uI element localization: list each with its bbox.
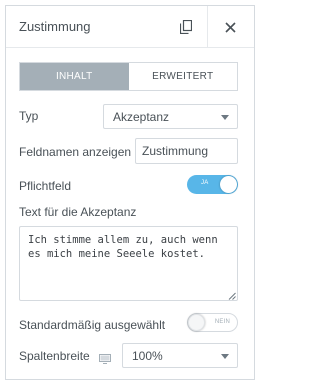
standard-toggle-text: NEIN <box>214 319 230 325</box>
typ-label: Typ <box>19 109 39 123</box>
pflichtfeld-toggle-text: JA <box>201 180 209 186</box>
feldnamen-label: Feldnamen anzeigen <box>19 145 132 159</box>
typ-select-value: Akzeptanz <box>113 109 170 124</box>
panel-title: Zustimmung <box>19 19 91 34</box>
tab-inhalt[interactable]: INHALT <box>20 63 129 90</box>
chevron-down-icon <box>221 354 229 359</box>
monitor-icon[interactable] <box>99 354 111 364</box>
spaltenbreite-select-value: 100% <box>132 348 163 363</box>
pflichtfeld-toggle[interactable]: JA <box>187 175 238 194</box>
tab-erweitert[interactable]: ERWEITERT <box>128 63 237 90</box>
copy-icon <box>180 20 192 34</box>
panel-header: Zustimmung <box>6 6 254 48</box>
akzeptanz-text-label: Text für die Akzeptanz <box>19 205 137 219</box>
akzeptanz-textarea[interactable] <box>19 226 238 301</box>
pflichtfeld-label: Pflichtfeld <box>19 179 72 193</box>
standard-label: Standardmäßig ausgewählt <box>19 318 166 332</box>
spaltenbreite-label: Spaltenbreite <box>19 349 90 363</box>
close-button[interactable] <box>208 6 252 48</box>
chevron-down-icon <box>221 115 229 120</box>
close-icon <box>224 21 236 33</box>
toggle-knob <box>220 176 237 193</box>
resize-handle-icon[interactable] <box>228 292 236 300</box>
typ-select[interactable]: Akzeptanz <box>103 104 238 129</box>
standard-toggle[interactable]: NEIN <box>187 313 238 332</box>
spaltenbreite-select[interactable]: 100% <box>122 343 238 368</box>
toggle-knob <box>188 314 205 331</box>
tab-bar: INHALT ERWEITERT <box>19 62 238 91</box>
feldnamen-input[interactable] <box>135 138 238 164</box>
control-panel: Zustimmung INHALT ERWEITERT Typ Akzeptan… <box>5 5 255 380</box>
duplicate-button[interactable] <box>164 6 208 48</box>
